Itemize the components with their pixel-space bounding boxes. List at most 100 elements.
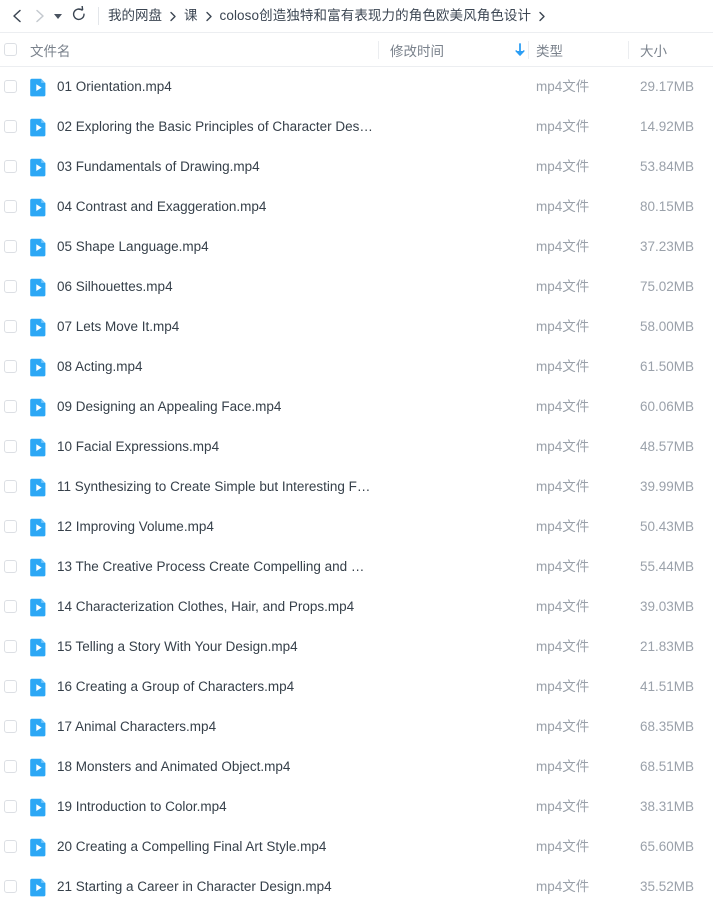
video-file-icon[interactable] xyxy=(30,638,47,657)
row-checkbox[interactable] xyxy=(4,680,17,693)
video-file-icon[interactable] xyxy=(30,118,47,137)
table-row[interactable]: 18 Monsters and Animated Object.mp4 mp4文件… xyxy=(0,747,713,787)
video-file-icon[interactable] xyxy=(30,478,47,497)
video-file-icon[interactable] xyxy=(30,358,47,377)
file-name[interactable]: 20 Creating a Compelling Final Art Style… xyxy=(57,827,373,867)
file-name[interactable]: 15 Telling a Story With Your Design.mp4 xyxy=(57,627,373,667)
file-name[interactable]: 10 Facial Expressions.mp4 xyxy=(57,427,373,467)
video-file-icon[interactable] xyxy=(30,238,47,257)
back-button[interactable] xyxy=(6,2,28,30)
file-name[interactable]: 18 Monsters and Animated Object.mp4 xyxy=(57,747,373,787)
video-file-icon[interactable] xyxy=(30,198,47,217)
video-file-icon[interactable] xyxy=(30,798,47,817)
file-name[interactable]: 02 Exploring the Basic Principles of Cha… xyxy=(57,107,373,147)
file-name[interactable]: 12 Improving Volume.mp4 xyxy=(57,507,373,547)
file-name[interactable]: 08 Acting.mp4 xyxy=(57,347,373,387)
column-header-size[interactable]: 大小 xyxy=(640,33,667,67)
table-row[interactable]: 10 Facial Expressions.mp4 mp4文件 48.57MB xyxy=(0,427,713,467)
file-type: mp4文件 xyxy=(536,359,590,374)
breadcrumb-item-current[interactable]: coloso创造独特和富有表现力的角色欧美风角色设计 xyxy=(220,9,532,23)
row-checkbox[interactable] xyxy=(4,840,17,853)
video-file-icon[interactable] xyxy=(30,718,47,737)
file-name[interactable]: 04 Contrast and Exaggeration.mp4 xyxy=(57,187,373,227)
file-name[interactable]: 17 Animal Characters.mp4 xyxy=(57,707,373,747)
table-row[interactable]: 17 Animal Characters.mp4 mp4文件 68.35MB xyxy=(0,707,713,747)
table-row[interactable]: 02 Exploring the Basic Principles of Cha… xyxy=(0,107,713,147)
row-checkbox[interactable] xyxy=(4,360,17,373)
row-checkbox[interactable] xyxy=(4,720,17,733)
video-file-icon[interactable] xyxy=(30,278,47,297)
row-checkbox[interactable] xyxy=(4,480,17,493)
column-divider xyxy=(528,41,529,59)
file-name[interactable]: 14 Characterization Clothes, Hair, and P… xyxy=(57,587,373,627)
table-row[interactable]: 11 Synthesizing to Create Simple but Int… xyxy=(0,467,713,507)
table-row[interactable]: 19 Introduction to Color.mp4 mp4文件 38.31MB xyxy=(0,787,713,827)
refresh-button[interactable] xyxy=(66,2,92,30)
video-file-icon[interactable] xyxy=(30,398,47,417)
table-row[interactable]: 21 Starting a Career in Character Design… xyxy=(0,867,713,907)
breadcrumb-item-1[interactable]: 课 xyxy=(184,9,198,23)
column-header-modified[interactable]: 修改时间 xyxy=(390,33,444,67)
table-row[interactable]: 04 Contrast and Exaggeration.mp4 mp4文件 80.… xyxy=(0,187,713,227)
video-file-icon[interactable] xyxy=(30,878,47,897)
file-type: mp4文件 xyxy=(536,239,590,254)
row-checkbox[interactable] xyxy=(4,800,17,813)
table-row[interactable]: 13 The Creative Process Create Compellin… xyxy=(0,547,713,587)
table-row[interactable]: 15 Telling a Story With Your Design.mp4 m… xyxy=(0,627,713,667)
row-checkbox[interactable] xyxy=(4,240,17,253)
video-file-icon[interactable] xyxy=(30,678,47,697)
video-file-icon[interactable] xyxy=(30,78,47,97)
table-row[interactable]: 16 Creating a Group of Characters.mp4 mp4… xyxy=(0,667,713,707)
row-checkbox[interactable] xyxy=(4,760,17,773)
table-row[interactable]: 03 Fundamentals of Drawing.mp4 mp4文件 53.84… xyxy=(0,147,713,187)
table-row[interactable]: 08 Acting.mp4 mp4文件 61.50MB xyxy=(0,347,713,387)
table-row[interactable]: 01 Orientation.mp4 mp4文件 29.17MB xyxy=(0,67,713,107)
row-checkbox[interactable] xyxy=(4,520,17,533)
row-checkbox[interactable] xyxy=(4,280,17,293)
file-name[interactable]: 03 Fundamentals of Drawing.mp4 xyxy=(57,147,373,187)
row-checkbox[interactable] xyxy=(4,160,17,173)
file-name[interactable]: 13 The Creative Process Create Compellin… xyxy=(57,547,373,587)
file-name[interactable]: 11 Synthesizing to Create Simple but Int… xyxy=(57,467,373,507)
file-name[interactable]: 21 Starting a Career in Character Design… xyxy=(57,867,373,907)
video-file-icon[interactable] xyxy=(30,518,47,537)
video-file-icon[interactable] xyxy=(30,158,47,177)
file-name[interactable]: 05 Shape Language.mp4 xyxy=(57,227,373,267)
row-checkbox[interactable] xyxy=(4,320,17,333)
table-row[interactable]: 09 Designing an Appealing Face.mp4 mp4文件 6… xyxy=(0,387,713,427)
table-row[interactable]: 07 Lets Move It.mp4 mp4文件 58.00MB xyxy=(0,307,713,347)
row-checkbox[interactable] xyxy=(4,120,17,133)
file-name[interactable]: 06 Silhouettes.mp4 xyxy=(57,267,373,307)
row-checkbox[interactable] xyxy=(4,640,17,653)
table-row[interactable]: 14 Characterization Clothes, Hair, and P… xyxy=(0,587,713,627)
row-checkbox[interactable] xyxy=(4,560,17,573)
video-file-icon[interactable] xyxy=(30,438,47,457)
row-checkbox[interactable] xyxy=(4,880,17,893)
video-file-icon[interactable] xyxy=(30,558,47,577)
select-all-checkbox[interactable] xyxy=(4,43,17,56)
video-file-icon[interactable] xyxy=(30,598,47,617)
video-file-icon[interactable] xyxy=(30,318,47,337)
row-checkbox[interactable] xyxy=(4,440,17,453)
table-row[interactable]: 05 Shape Language.mp4 mp4文件 37.23MB xyxy=(0,227,713,267)
table-row[interactable]: 12 Improving Volume.mp4 mp4文件 50.43MB xyxy=(0,507,713,547)
table-row[interactable]: 06 Silhouettes.mp4 mp4文件 75.02MB xyxy=(0,267,713,307)
file-name[interactable]: 19 Introduction to Color.mp4 xyxy=(57,787,373,827)
video-file-icon[interactable] xyxy=(30,758,47,777)
column-header-type[interactable]: 类型 xyxy=(536,33,563,67)
row-checkbox[interactable] xyxy=(4,80,17,93)
video-file-icon[interactable] xyxy=(30,838,47,857)
table-row[interactable]: 20 Creating a Compelling Final Art Style… xyxy=(0,827,713,867)
file-name[interactable]: 16 Creating a Group of Characters.mp4 xyxy=(57,667,373,707)
file-name[interactable]: 09 Designing an Appealing Face.mp4 xyxy=(57,387,373,427)
row-checkbox[interactable] xyxy=(4,400,17,413)
row-checkbox[interactable] xyxy=(4,600,17,613)
column-header-name[interactable]: 文件名 xyxy=(30,33,71,67)
row-checkbox[interactable] xyxy=(4,200,17,213)
file-name[interactable]: 01 Orientation.mp4 xyxy=(57,67,373,107)
arrow-down-icon[interactable] xyxy=(513,42,527,58)
history-dropdown-button[interactable] xyxy=(50,2,66,30)
breadcrumb-item-root[interactable]: 我的网盘 xyxy=(108,9,162,23)
file-name[interactable]: 07 Lets Move It.mp4 xyxy=(57,307,373,347)
forward-button[interactable] xyxy=(28,2,50,30)
